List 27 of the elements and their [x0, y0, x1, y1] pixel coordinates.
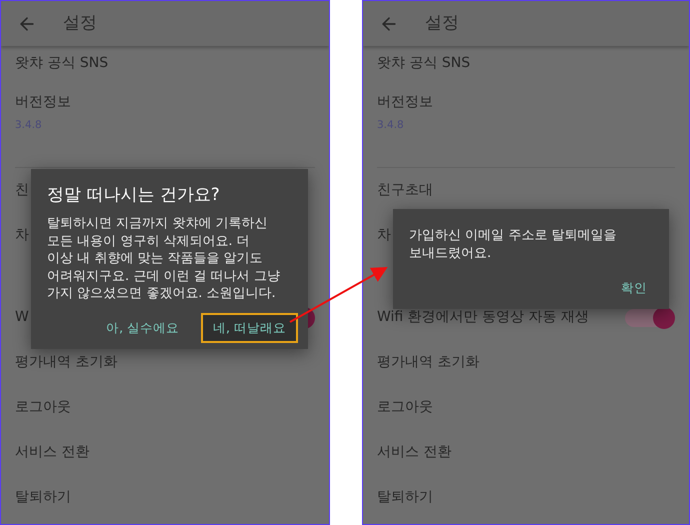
dialog-title: 정말 떠나시는 건가요?	[47, 184, 221, 207]
settings-item[interactable]: 평가내역 초기화	[377, 352, 480, 373]
screen-title: 설정	[63, 12, 97, 35]
settings-item[interactable]: 로그아웃	[15, 397, 71, 418]
settings-item[interactable]: 차	[15, 225, 29, 246]
settings-item[interactable]: 로그아웃	[377, 397, 433, 418]
settings-item[interactable]: 서비스 전환	[377, 442, 452, 463]
settings-item[interactable]: 버전정보	[377, 91, 433, 113]
dialog-button[interactable]: 아, 실수에요	[94, 313, 192, 343]
settings-item[interactable]: 탈퇴하기	[15, 487, 71, 508]
settings-item[interactable]: 왓챠 공식 SNS	[15, 53, 108, 74]
toggle-switch[interactable]	[625, 308, 675, 326]
settings-item[interactable]: 평가내역 초기화	[15, 352, 118, 373]
dialog-message: 가입하신 이메일 주소로 탈퇴메일을 보내드렸어요.	[409, 227, 618, 262]
settings-item[interactable]: W	[15, 307, 29, 328]
screen-title: 설정	[425, 12, 459, 35]
settings-item[interactable]: Wifi 환경에서만 동영상 자동 재생	[377, 307, 590, 328]
dialog-message: 탈퇴하시면 지금까지 왓챠에 기록하신 모든 내용이 영구히 삭제되어요. 더 이상 내 취향에 맞는 작품들을 알기도 어려워지구요. 근데 이런 걸 떠나서 그냥 가지 않으셨으면 좋겠어요. 소원입니다.	[47, 215, 281, 302]
dialog-button[interactable]: 네, 떠날래요	[201, 313, 298, 343]
settings-item[interactable]: 탈퇴하기	[377, 487, 433, 508]
settings-item[interactable]: 친구초대	[377, 180, 433, 201]
settings-item[interactable]: 서비스 전환	[15, 442, 90, 463]
settings-item[interactable]: 버전정보	[15, 91, 71, 113]
settings-item[interactable]: 왓챠 공식 SNS	[377, 53, 470, 74]
settings-item[interactable]: 친	[15, 180, 29, 201]
dialog-button[interactable]: 확인	[609, 273, 659, 303]
settings-item[interactable]: 차	[377, 225, 391, 246]
